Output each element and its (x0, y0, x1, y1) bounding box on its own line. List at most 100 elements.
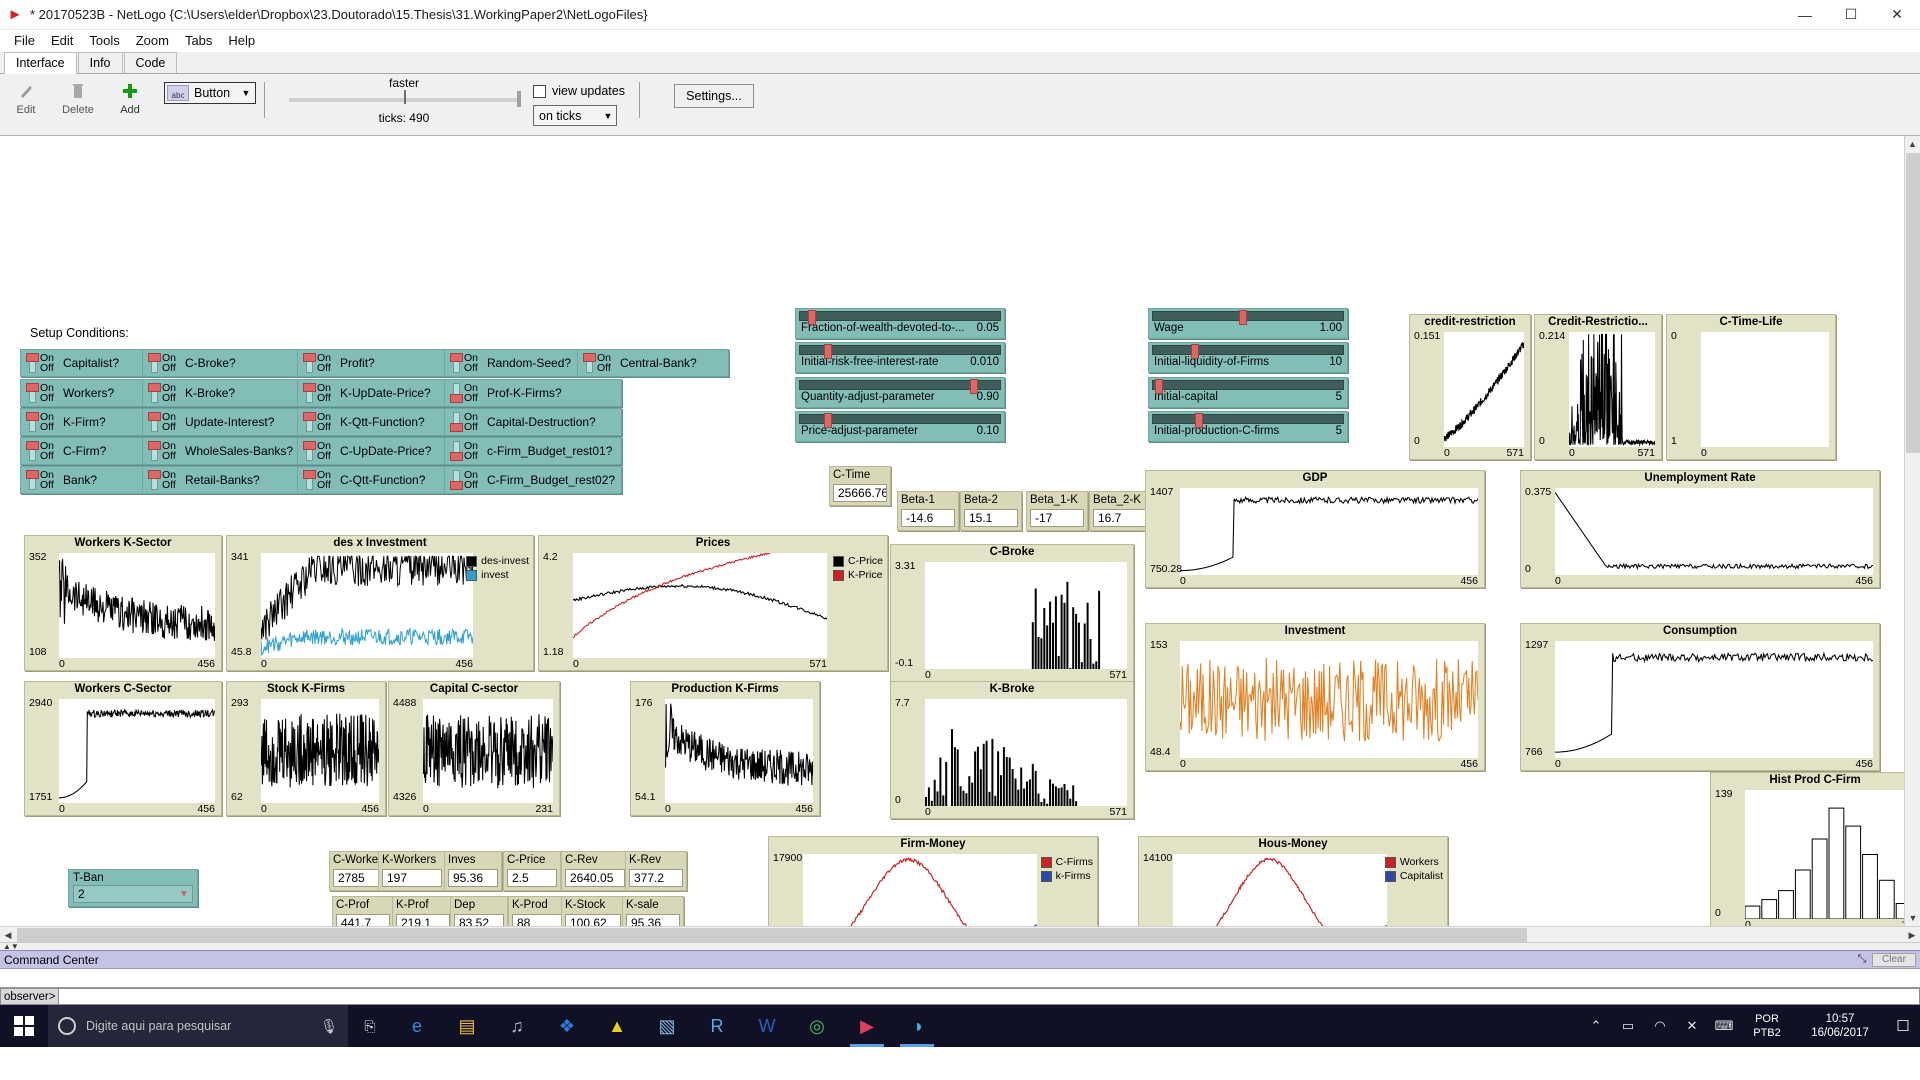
switch-toggle-icon[interactable] (148, 441, 161, 461)
word-icon[interactable]: W (742, 1005, 792, 1047)
switch-c-qtt-function[interactable]: On Off C-Qtt-Function? (297, 466, 447, 494)
slider-thumb[interactable] (808, 310, 816, 325)
slider-track[interactable] (799, 379, 1001, 394)
tab-info[interactable]: Info (77, 52, 123, 73)
scroll-up-arrow[interactable]: ▲ (1905, 136, 1920, 152)
warning-icon[interactable]: ▲ (592, 1005, 642, 1047)
switch-bank[interactable]: On Off Bank? (20, 466, 160, 494)
switch-toggle-icon[interactable] (26, 412, 39, 432)
slider-fraction-of-wealth-devoted-to[interactable]: Fraction-of-wealth-devoted-to-... 0.05 (795, 308, 1005, 339)
slider-thumb[interactable] (824, 344, 832, 359)
switch-c-update-price[interactable]: On Off C-UpDate-Price? (297, 437, 447, 465)
battery-icon[interactable]: ▭ (1612, 1018, 1644, 1034)
slider-thumb[interactable] (1191, 344, 1199, 359)
vertical-scroll-thumb[interactable] (1906, 153, 1920, 453)
task-view-icon[interactable]: ⎘ (348, 1018, 392, 1035)
slider-wage[interactable]: Wage 1.00 (1148, 308, 1348, 339)
slider-quantity-adjust-parameter[interactable]: Quantity-adjust-parameter 0.90 (795, 377, 1005, 408)
switch-c-firm[interactable]: On Off C-Firm? (20, 437, 160, 465)
add-tool[interactable]: Add (104, 74, 156, 116)
switch-toggle-icon[interactable] (148, 412, 161, 432)
switch-toggle-icon[interactable] (26, 353, 39, 373)
switch-toggle-icon[interactable] (450, 412, 463, 432)
switch-capital-destruction[interactable]: On Off Capital-Destruction? (444, 408, 622, 436)
switch-profit[interactable]: On Off Profit? (297, 349, 447, 377)
notifications-icon[interactable]: ☐ (1886, 1017, 1920, 1035)
wifi-icon[interactable]: ◠ (1644, 1018, 1676, 1034)
edge-icon[interactable]: e (392, 1005, 442, 1047)
switch-prof-k-firms[interactable]: On Off Prof-K-Firms? (444, 379, 622, 407)
taskbar-search[interactable]: Digite aqui para pesquisar 🎙 (48, 1005, 348, 1047)
slider-thumb[interactable] (1238, 310, 1247, 325)
view-updates-checkbox[interactable] (533, 84, 546, 98)
command-input[interactable] (59, 988, 1920, 1005)
menu-item-zoom[interactable]: Zoom (128, 30, 177, 52)
maximize-button[interactable]: ☐ (1828, 0, 1874, 30)
volume-muted-icon[interactable]: ✕ (1676, 1018, 1708, 1034)
switch-toggle-icon[interactable] (450, 383, 463, 403)
minimize-button[interactable]: — (1782, 0, 1828, 30)
media-icon[interactable]: ♫ (492, 1005, 542, 1047)
dropbox-icon[interactable]: ❖ (542, 1005, 592, 1047)
clock[interactable]: 10:57 16/06/2017 (1794, 1012, 1886, 1040)
switch-c-firm-budget-rest02[interactable]: On Off C-Firm_Budget_rest02? (444, 466, 622, 494)
switch-k-qtt-function[interactable]: On Off K-Qtt-Function? (297, 408, 447, 436)
switch-toggle-icon[interactable] (450, 353, 463, 373)
switch-workers[interactable]: On Off Workers? (20, 379, 160, 407)
slider-track[interactable] (1152, 344, 1344, 359)
slider-price-adjust-parameter[interactable]: Price-adjust-parameter 0.10 (795, 411, 1005, 442)
switch-toggle-icon[interactable] (450, 441, 463, 461)
horizontal-scroll-thumb[interactable] (17, 928, 1527, 942)
canvas-horizontal-scrollbar[interactable]: ◀ ▶ (0, 926, 1920, 942)
edit-tool[interactable]: Edit (0, 74, 52, 116)
switch-toggle-icon[interactable] (303, 470, 316, 490)
switch-c-firm-budget-rest01[interactable]: On Off c-Firm_Budget_rest01? (444, 437, 622, 465)
slider-initial-capital[interactable]: Initial-capital 5 (1148, 377, 1348, 408)
switch-toggle-icon[interactable] (303, 412, 316, 432)
switch-k-firm[interactable]: On Off K-Firm? (20, 408, 160, 436)
menu-item-tools[interactable]: Tools (81, 30, 127, 52)
show-hidden-icons[interactable]: ⌃ (1580, 1018, 1612, 1034)
slider-track[interactable] (1152, 379, 1344, 394)
widget-type-select[interactable]: abc Button ▼ (164, 82, 256, 104)
slider-thumb[interactable] (1154, 379, 1163, 394)
slider-initial-liquidity-of-firms[interactable]: Initial-liquidity-of-Firms 10 (1148, 342, 1348, 373)
speed-control[interactable]: faster ticks: 490 (289, 74, 521, 125)
rstudio-icon[interactable]: R (692, 1005, 742, 1047)
slider-thumb[interactable] (824, 413, 832, 428)
switch-toggle-icon[interactable] (303, 353, 316, 373)
switch-toggle-icon[interactable] (450, 470, 463, 490)
chooser-t-ban[interactable]: T-Ban 2 ▼ (68, 869, 198, 907)
canvas-vertical-scrollbar[interactable]: ▲ ▼ (1904, 136, 1920, 926)
speed-slider-thumb[interactable] (404, 90, 406, 104)
chrome-icon[interactable]: ◎ (792, 1005, 842, 1047)
settings-button[interactable]: Settings... (673, 84, 754, 108)
slider-thumb[interactable] (970, 379, 978, 394)
close-button[interactable]: ✕ (1874, 0, 1920, 30)
switch-toggle-icon[interactable] (148, 470, 161, 490)
command-center-minimize-icon[interactable]: ⤡ (1852, 953, 1872, 966)
slider-track[interactable] (799, 310, 1001, 325)
switch-toggle-icon[interactable] (583, 353, 596, 373)
clear-button[interactable]: Clear (1872, 952, 1916, 967)
start-button[interactable] (0, 1016, 48, 1036)
switch-toggle-icon[interactable] (148, 383, 161, 403)
scroll-down-arrow[interactable]: ▼ (1905, 910, 1920, 926)
app-icon[interactable]: ▧ (642, 1005, 692, 1047)
update-mode-select[interactable]: on ticks ▼ (533, 105, 617, 126)
slider-initial-risk-free-interest-rate[interactable]: Initial-risk-free-interest-rate 0.010 (795, 342, 1005, 373)
switch-toggle-icon[interactable] (148, 353, 161, 373)
scroll-right-arrow[interactable]: ▶ (1904, 927, 1920, 942)
delete-tool[interactable]: Delete (52, 74, 104, 116)
switch-capitalist[interactable]: On Off Capitalist? (20, 349, 160, 377)
language-indicator[interactable]: POR PTB2 (1740, 1012, 1794, 1040)
explorer-icon[interactable]: ▤ (442, 1005, 492, 1047)
menu-item-tabs[interactable]: Tabs (177, 30, 220, 52)
chevron-down-icon[interactable]: ▼ (176, 889, 192, 900)
command-center-splitter[interactable]: ▲▼ (0, 942, 1920, 951)
switch-toggle-icon[interactable] (26, 383, 39, 403)
slider-track[interactable] (799, 413, 1001, 428)
switch-toggle-icon[interactable] (303, 441, 316, 461)
microphone-icon[interactable]: 🎙 (320, 1018, 338, 1035)
switch-central-bank[interactable]: On Off Central-Bank? (577, 349, 729, 377)
